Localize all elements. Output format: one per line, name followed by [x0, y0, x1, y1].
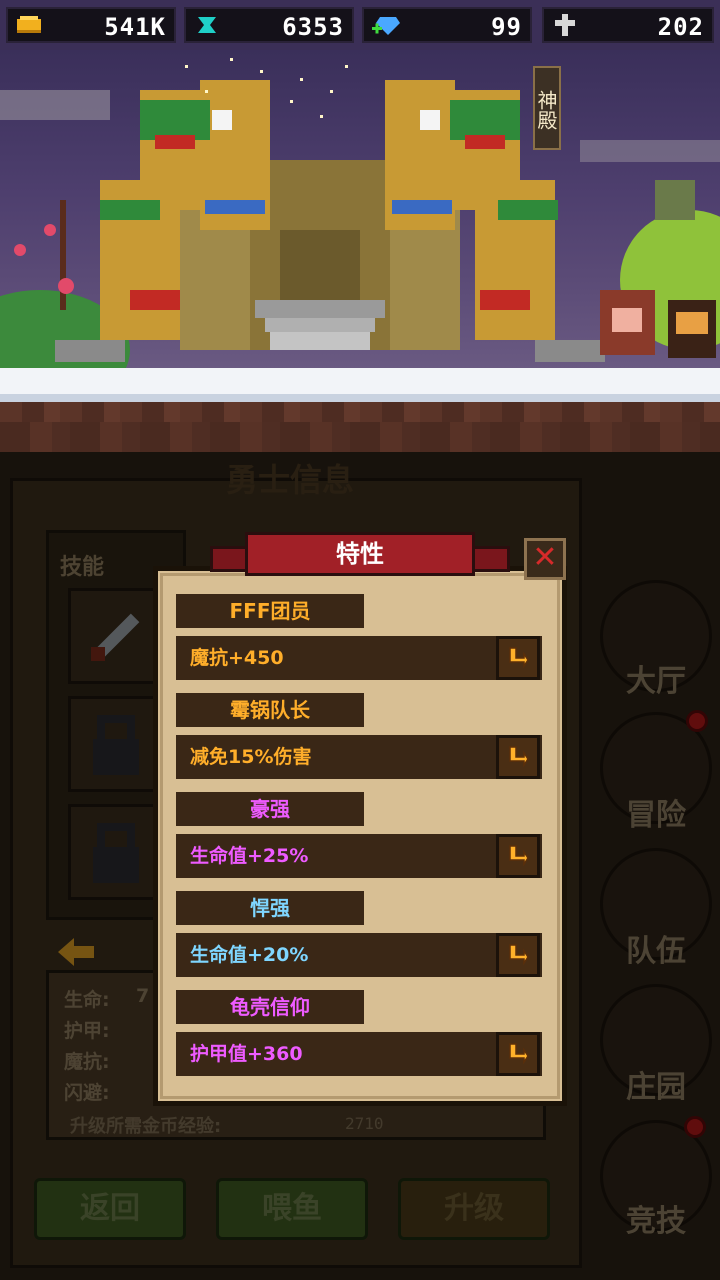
title-ribbon-right	[470, 546, 510, 572]
gold-counter[interactable]: 541K	[6, 7, 176, 43]
trait-effect-5: 护甲值+360	[190, 1043, 303, 1065]
trait-name-4: 悍强	[176, 891, 364, 925]
temple-sign: 神殿	[533, 66, 561, 150]
trait-info-button-5[interactable]	[496, 1032, 540, 1076]
trait-effect-4: 生命值+20%	[190, 944, 309, 966]
trait-row-5: 护甲值+360	[176, 1032, 542, 1076]
trait-name-2: 霉锅队长	[176, 693, 364, 727]
gold-icon	[17, 16, 41, 33]
gold-value: 541K	[104, 13, 166, 41]
diamond-plus-icon	[372, 17, 400, 35]
diamond-value: 99	[491, 13, 522, 41]
info-arrow-icon	[509, 746, 529, 768]
gem-value: 6353	[282, 13, 344, 41]
trait-name-1: FFF团员	[176, 594, 364, 628]
trait-row-3: 生命值+25%	[176, 834, 542, 878]
trait-row-1: 魔抗+450	[176, 636, 542, 680]
gem-counter[interactable]: 6353	[184, 7, 354, 43]
trait-name-5: 龟壳信仰	[176, 990, 364, 1024]
trait-row-4: 生命值+20%	[176, 933, 542, 977]
snow-ground	[0, 368, 720, 402]
cross-icon	[555, 14, 575, 36]
cross-counter[interactable]: 202	[542, 7, 714, 43]
trait-name-3: 豪强	[176, 792, 364, 826]
temple-scene	[0, 50, 720, 370]
trait-info-button-4[interactable]	[496, 933, 540, 977]
cross-value: 202	[657, 13, 704, 41]
diamond-counter[interactable]: 99	[362, 7, 532, 43]
traits-title: 特性	[245, 532, 475, 576]
info-arrow-icon	[509, 845, 529, 867]
close-button[interactable]: ✕	[524, 538, 566, 580]
trait-effect-2: 减免15%伤害	[190, 746, 312, 768]
teal-gem-icon	[198, 17, 216, 33]
trait-row-2: 减免15%伤害	[176, 735, 542, 779]
trait-effect-1: 魔抗+450	[190, 647, 284, 669]
dirt-ground	[0, 402, 720, 452]
trait-info-button-2[interactable]	[496, 735, 540, 779]
trait-effect-3: 生命值+25%	[190, 845, 309, 867]
trait-info-button-1[interactable]	[496, 636, 540, 680]
info-arrow-icon	[509, 647, 529, 669]
temple-illustration	[0, 58, 720, 370]
trait-info-button-3[interactable]	[496, 834, 540, 878]
info-arrow-icon	[509, 1043, 529, 1065]
info-arrow-icon	[509, 944, 529, 966]
title-ribbon-left	[210, 546, 250, 572]
